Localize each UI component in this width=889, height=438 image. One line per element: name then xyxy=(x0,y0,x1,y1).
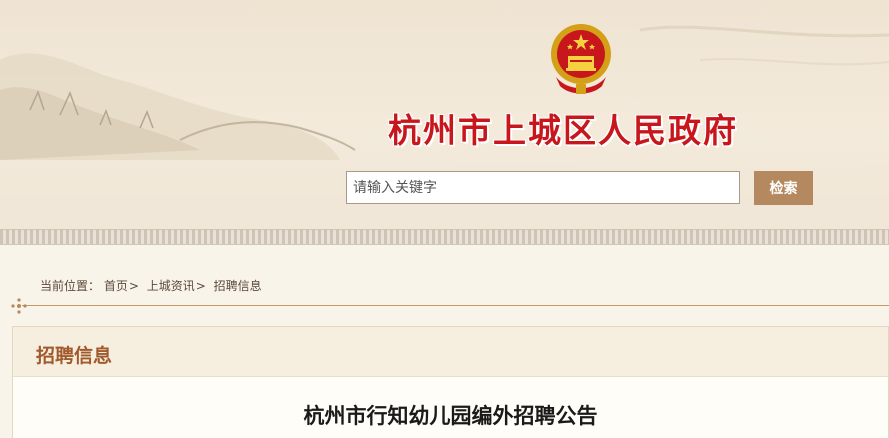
national-emblem-icon xyxy=(551,24,611,94)
page: 杭州市上城区人民政府 检索 当前位置： 首页> 上城资讯> 招聘信息 招聘信息 … xyxy=(0,0,889,438)
breadcrumb-recruitment[interactable]: 招聘信息 xyxy=(214,279,262,293)
content-panel: 招聘信息 杭州市行知幼儿园编外招聘公告 xyxy=(12,326,889,438)
article-title: 杭州市行知幼儿园编外招聘公告 xyxy=(303,404,598,428)
breadcrumb-separator: > xyxy=(195,279,206,293)
search-button[interactable]: 检索 xyxy=(754,171,813,205)
ornament-icon xyxy=(11,298,27,314)
header-banner: 杭州市上城区人民政府 检索 xyxy=(0,0,889,232)
breadcrumb-home[interactable]: 首页 xyxy=(104,279,128,293)
breadcrumb-separator: > xyxy=(128,279,139,293)
breadcrumb: 当前位置： 首页> 上城资讯> 招聘信息 xyxy=(40,277,262,294)
panel-header: 招聘信息 xyxy=(13,327,888,377)
breadcrumb-prefix: 当前位置： xyxy=(40,279,101,293)
breadcrumb-news[interactable]: 上城资讯 xyxy=(147,279,195,293)
divider-line xyxy=(22,305,889,306)
site-title: 杭州市上城区人民政府 xyxy=(388,111,738,150)
search-input[interactable] xyxy=(346,171,740,204)
section-title: 招聘信息 xyxy=(36,345,113,367)
lace-border xyxy=(0,229,889,245)
